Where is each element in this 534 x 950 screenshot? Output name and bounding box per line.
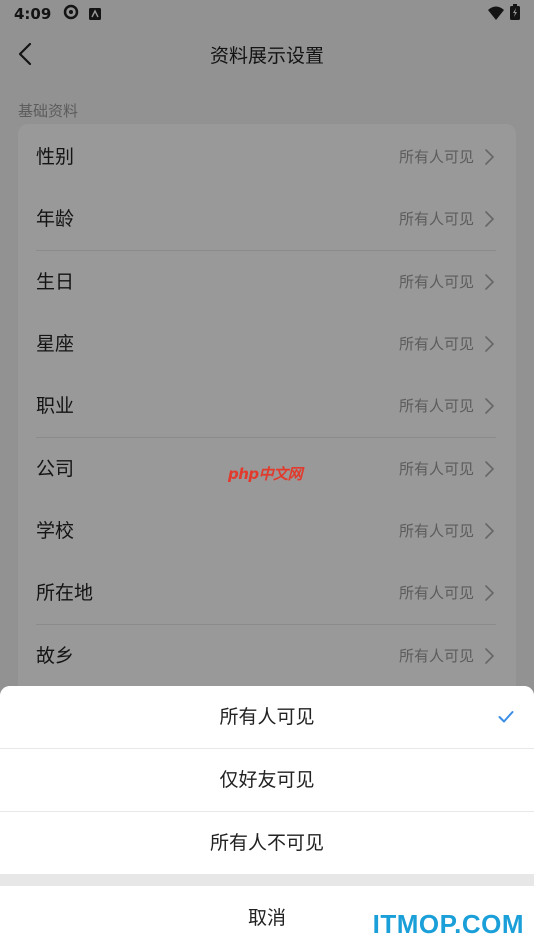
sheet-gap <box>0 874 534 886</box>
watermark-part2: 中文网 <box>258 465 303 483</box>
watermark: php中文网 <box>228 463 303 484</box>
option-friends-visible[interactable]: 仅好友可见 <box>0 749 534 811</box>
brand-watermark: ITMOP.COM <box>372 909 524 939</box>
option-everyone-visible[interactable]: 所有人可见 <box>0 686 534 748</box>
option-label: 所有人可见 <box>219 706 315 728</box>
watermark-part1: php <box>228 465 259 483</box>
option-nobody-visible[interactable]: 所有人不可见 <box>0 812 534 874</box>
option-label: 仅好友可见 <box>219 769 315 791</box>
option-label: 所有人不可见 <box>209 832 324 854</box>
check-icon <box>498 709 514 723</box>
